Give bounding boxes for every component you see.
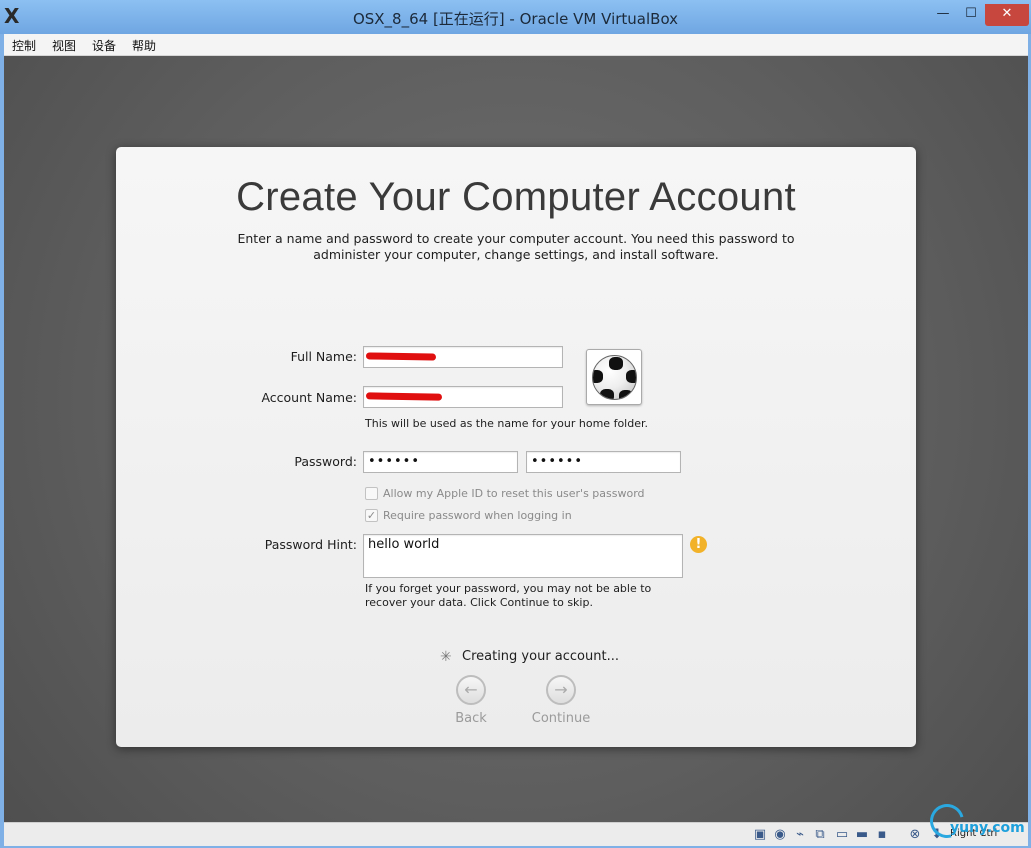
continue-button[interactable]: → Continue xyxy=(521,675,601,726)
menu-help[interactable]: 帮助 xyxy=(132,37,156,54)
password-hint-label: Password Hint: xyxy=(264,537,357,552)
redaction-mark xyxy=(365,352,437,361)
password-hint-field[interactable]: hello world xyxy=(363,534,683,578)
soccer-ball-icon xyxy=(592,355,637,400)
continue-arrow-icon: → xyxy=(546,675,576,705)
hint-note-line-2: recover your data. Click Continue to ski… xyxy=(365,596,593,609)
display-icon[interactable]: ▬ xyxy=(854,827,870,843)
video-capture-icon[interactable]: ▪ xyxy=(874,827,890,843)
window-title: OSX_8_64 [正在运行] - Oracle VM VirtualBox xyxy=(352,10,679,28)
apple-id-reset-checkbox[interactable] xyxy=(365,487,378,500)
back-button[interactable]: ← Back xyxy=(431,675,511,726)
menu-view[interactable]: 视图 xyxy=(52,37,76,54)
menu-control[interactable]: 控制 xyxy=(12,37,36,54)
mouse-integration-icon[interactable]: ⊗ xyxy=(907,827,923,843)
password-label: Password: xyxy=(294,454,357,469)
require-password-label: Require password when logging in xyxy=(383,509,572,522)
menubar: 控制 视图 设备 帮助 xyxy=(4,34,1028,56)
apple-id-reset-option[interactable]: Allow my Apple ID to reset this user's p… xyxy=(365,486,645,502)
warning-icon: ! xyxy=(690,536,707,553)
watermark-text: yuny.com xyxy=(950,820,1025,836)
close-button[interactable]: ✕ xyxy=(985,4,1029,26)
optical-drive-icon[interactable]: ◉ xyxy=(772,827,788,843)
full-name-field[interactable] xyxy=(363,346,563,368)
site-watermark: yuny.com xyxy=(923,797,1028,845)
full-name-label: Full Name: xyxy=(290,349,357,364)
vm-statusbar: ▣ ◉ ⌁ ⧉ ▭ ▬ ▪ ⊗ ⬇ Right Ctrl xyxy=(4,822,1028,846)
page-title: Create Your Computer Account xyxy=(236,175,796,219)
hard-disk-icon[interactable]: ▣ xyxy=(752,827,768,843)
menu-devices[interactable]: 设备 xyxy=(92,37,116,54)
verify-password-field[interactable]: •••••• xyxy=(526,451,681,473)
redaction-mark xyxy=(365,392,443,401)
spinner-icon: ✳ xyxy=(440,649,452,665)
back-arrow-icon: ← xyxy=(456,675,486,705)
shared-folder-icon[interactable]: ▭ xyxy=(834,827,850,843)
apple-id-reset-label: Allow my Apple ID to reset this user's p… xyxy=(383,487,645,500)
hint-note-line-1: If you forget your password, you may not… xyxy=(365,582,652,595)
account-name-field[interactable] xyxy=(363,386,563,408)
password-field[interactable]: •••••• xyxy=(363,451,518,473)
back-label: Back xyxy=(455,711,487,726)
status-text: Creating your account... xyxy=(462,649,619,664)
account-name-label: Account Name: xyxy=(261,390,357,405)
network-icon[interactable]: ⧉ xyxy=(812,827,828,843)
require-password-option[interactable]: ✓ Require password when logging in xyxy=(365,508,585,524)
window-titlebar[interactable]: X OSX_8_64 [正在运行] - Oracle VM VirtualBox… xyxy=(0,0,1031,34)
home-folder-note: This will be used as the name for your h… xyxy=(365,417,648,430)
user-picture-button[interactable] xyxy=(586,349,642,405)
setup-assistant-panel: Create Your Computer Account Enter a nam… xyxy=(116,147,916,747)
usb-icon[interactable]: ⌁ xyxy=(792,827,808,843)
page-subtitle: Enter a name and password to create your… xyxy=(237,231,795,262)
minimize-button[interactable]: — xyxy=(930,4,956,26)
require-password-checkbox[interactable]: ✓ xyxy=(365,509,378,522)
guest-display[interactable]: Create Your Computer Account Enter a nam… xyxy=(4,56,1028,822)
continue-label: Continue xyxy=(531,711,591,726)
maximize-button[interactable]: ☐ xyxy=(958,4,984,26)
